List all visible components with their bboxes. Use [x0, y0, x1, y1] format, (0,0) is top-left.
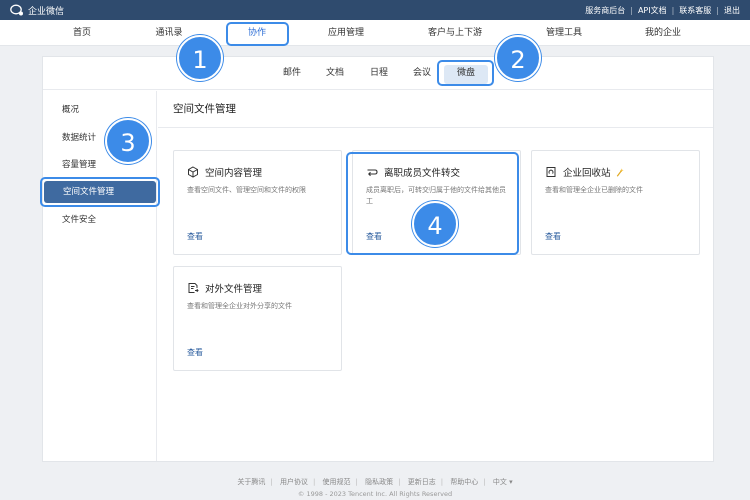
page-title: 空间文件管理	[173, 103, 236, 115]
recycle-bin-icon	[546, 167, 556, 177]
link-api-docs[interactable]: API文档	[638, 5, 667, 16]
card-title: 空间内容管理	[205, 168, 263, 179]
card-title: 企业回收站	[563, 168, 611, 179]
wecom-logo-icon	[10, 4, 23, 16]
step-badge-2: 2	[495, 35, 541, 81]
nav-home[interactable]: 首页	[73, 20, 91, 46]
sparkle-icon	[616, 167, 624, 177]
sidebar-item-file-security[interactable]: 文件安全	[43, 209, 157, 231]
card-space-content: 空间内容管理 查看空间文件、管理空间和文件的权限 查看	[173, 150, 342, 255]
brand[interactable]: 企业微信	[10, 4, 64, 17]
cube-icon	[188, 166, 198, 178]
card-desc: 查看和管理全企业对外分享的文件	[187, 302, 292, 310]
card-recycle-bin: 企业回收站 查看和管理全企业已删除的文件 查看	[531, 150, 700, 255]
link-provider-console[interactable]: 服务商后台	[585, 5, 625, 16]
tab-meeting[interactable]: 会议	[413, 57, 431, 90]
step-badge-1: 1	[177, 35, 223, 81]
footer-link-usage-rules[interactable]: 使用规范	[323, 478, 351, 486]
footer-links: 关于腾讯 | 用户协议 | 使用规范 | 隐私政策 | 更新日志 | 帮助中心 | 中文 ▾	[237, 478, 513, 486]
view-link[interactable]: 查看	[187, 231, 203, 242]
step-badge-4: 4	[412, 201, 458, 247]
card-title: 对外文件管理	[205, 284, 263, 295]
view-link[interactable]: 查看	[545, 231, 561, 242]
copyright: © 1998 - 2023 Tencent Inc. All Rights Re…	[297, 490, 453, 498]
link-logout[interactable]: 退出	[724, 5, 740, 16]
footer-link-about[interactable]: 关于腾讯	[237, 478, 265, 486]
tab-mail[interactable]: 邮件	[283, 57, 301, 90]
tab-docs[interactable]: 文档	[326, 57, 344, 90]
external-file-icon	[188, 283, 199, 293]
nav-app-management[interactable]: 应用管理	[328, 20, 364, 46]
step-badge-3: 3	[105, 118, 151, 164]
main-content: 空间文件管理 空间内容管理 查看空间文件、管理空间和文件的权限 查看 离职成员文…	[158, 91, 713, 461]
nav-management-tools[interactable]: 管理工具	[546, 20, 582, 46]
divider	[158, 127, 713, 128]
brand-name: 企业微信	[28, 6, 65, 17]
language-selector[interactable]: 中文 ▾	[493, 478, 513, 486]
card-desc: 查看空间文件、管理空间和文件的权限	[187, 186, 306, 194]
footer-link-privacy[interactable]: 隐私政策	[365, 478, 393, 486]
nav-contacts[interactable]: 通讯录	[155, 20, 182, 46]
highlight-collaboration	[226, 22, 289, 46]
footer-link-help[interactable]: 帮助中心	[450, 478, 478, 486]
view-link[interactable]: 查看	[187, 347, 203, 358]
highlight-weidisk-tab	[437, 60, 494, 86]
highlight-sidebar-item	[40, 177, 160, 207]
sidebar-item-overview[interactable]: 概况	[43, 99, 157, 121]
top-bar: 企业微信 服务商后台 | API文档 | 联系客服 | 退出	[0, 0, 750, 20]
card-desc: 查看和管理全企业已删除的文件	[545, 186, 643, 194]
footer-link-changelog[interactable]: 更新日志	[408, 478, 436, 486]
nav-customers[interactable]: 客户与上下游	[428, 20, 482, 46]
link-contact-support[interactable]: 联系客服	[679, 5, 711, 16]
top-links: 服务商后台 | API文档 | 联系客服 | 退出	[585, 5, 740, 16]
tab-calendar[interactable]: 日程	[370, 57, 388, 90]
nav-my-enterprise[interactable]: 我的企业	[645, 20, 681, 46]
card-external-files: 对外文件管理 查看和管理全企业对外分享的文件 查看	[173, 266, 342, 371]
footer-link-agreement[interactable]: 用户协议	[280, 478, 308, 486]
sub-tabs: 邮件 文档 日程 会议 微盘	[43, 57, 713, 90]
content-panel: 邮件 文档 日程 会议 微盘 概况 数据统计 容量管理 空间文件管理 文件安全 …	[42, 56, 714, 462]
main-nav: 首页 通讯录 协作 应用管理 客户与上下游 管理工具 我的企业	[0, 20, 750, 46]
